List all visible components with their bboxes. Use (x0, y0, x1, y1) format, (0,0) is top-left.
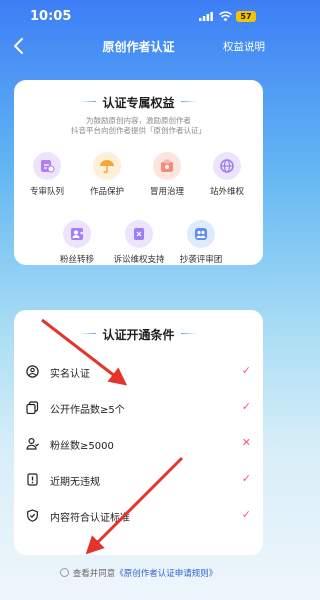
umbrella-icon (93, 152, 121, 180)
check-icon: ✓ (241, 364, 251, 377)
fans-icon (26, 437, 39, 450)
rules-link[interactable]: 《原创作者认证申请规则》 (115, 569, 217, 579)
user-circle-icon (26, 365, 39, 378)
status-time: 10:05 (30, 9, 72, 24)
works-copy-icon (26, 401, 39, 414)
wifi-icon (219, 11, 232, 22)
benefits-card: 认证专属权益 为鼓励原创内容，激励原创作者 抖音平台向创作者提供「原创作者认证」… (14, 80, 263, 265)
conditions-card: 认证开通条件 实名认证 ✓ 公开作品数≥5个 ✓ 粉丝数≥5000 ✕ 近期无违… (14, 310, 263, 555)
fan-transfer-icon (63, 220, 91, 248)
litigation-icon (125, 220, 153, 248)
benefits-description: 为鼓励原创内容，激励原创作者 抖音平台向创作者提供「原创作者认证」 (71, 116, 206, 135)
check-icon: ✓ (241, 508, 251, 521)
jury-icon (187, 220, 215, 248)
condition-row-no-violation: 近期无违规 ✓ (26, 470, 251, 490)
benefit-plagiarism-jury[interactable]: 抄袭评审团 (172, 220, 230, 265)
condition-row-realname: 实名认证 ✓ (26, 362, 251, 382)
signal-icon (199, 12, 213, 21)
nav-bar: 原创作者认证 权益说明 (0, 34, 277, 60)
benefit-offsite-rights[interactable]: 站外维权 (198, 152, 256, 197)
benefit-litigation-support[interactable]: 诉讼维权支持 (110, 220, 168, 265)
conditions-title: 认证开通条件 (78, 326, 198, 343)
no-violation-icon (27, 473, 38, 486)
benefit-work-protection[interactable]: 作品保护 (78, 152, 136, 197)
condition-row-content-standard: 内容符合认证标准 ✓ (26, 506, 251, 526)
globe-icon (213, 152, 241, 180)
review-queue-icon (33, 152, 61, 180)
agreement-prefix: 查看并同意 (72, 569, 116, 579)
shield-check-icon (27, 509, 38, 522)
battery-icon: 57 (236, 11, 256, 22)
check-icon: ✓ (241, 400, 251, 413)
benefit-impersonation-governance[interactable]: 冒用治理 (138, 152, 196, 197)
check-icon: ✓ (241, 472, 251, 485)
agreement-row[interactable]: 查看并同意《原创作者认证申请规则》 (0, 567, 277, 579)
benefits-explain-link[interactable]: 权益说明 (223, 39, 265, 54)
benefit-fan-transfer[interactable]: 粉丝转移 (48, 220, 106, 265)
agree-radio-icon[interactable] (59, 568, 69, 577)
governance-icon (153, 152, 181, 180)
status-bar: 10:05 57 (0, 0, 277, 32)
cross-icon: ✕ (241, 436, 251, 449)
condition-row-fans: 粉丝数≥5000 ✕ (26, 434, 251, 454)
benefits-title: 认证专属权益 (78, 94, 198, 111)
benefit-review-queue[interactable]: 专审队列 (18, 152, 76, 197)
condition-row-works: 公开作品数≥5个 ✓ (26, 398, 251, 418)
